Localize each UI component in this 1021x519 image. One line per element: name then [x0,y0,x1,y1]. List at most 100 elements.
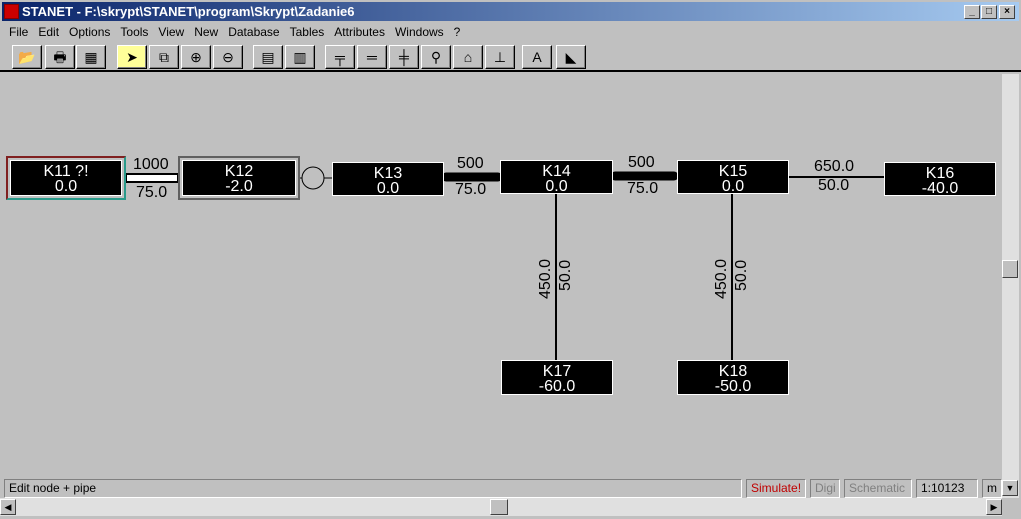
pipe-diameter: 75.0 [627,180,659,197]
menu-file[interactable]: File [4,23,33,41]
shape-button[interactable]: ◣ [556,45,586,69]
menu-database[interactable]: Database [223,23,284,41]
printer-button[interactable]: 🖶 [45,45,75,69]
menu-options[interactable]: Options [64,23,115,41]
node-name: K17 [542,363,572,380]
node-value: -40.0 [921,180,959,197]
pump-station-icon: ⊥ [493,49,507,65]
pipe-length: 450.0 [537,258,554,299]
menu-edit[interactable]: Edit [33,23,64,41]
node-value: -50.0 [714,378,752,395]
menu-tables[interactable]: Tables [285,23,330,41]
node-k17[interactable]: K17 -60.0 [501,360,613,395]
node-k14[interactable]: K14 0.0 [500,160,613,195]
pipe-valve-button[interactable]: ╤ [325,45,355,69]
pipes-layer [125,166,884,360]
node-k18[interactable]: K18 -50.0 [677,360,789,395]
node-value: 0.0 [54,178,78,195]
text-button[interactable]: A [522,45,552,69]
pipe-k11-k12[interactable] [125,173,179,183]
scroll-thumb[interactable] [1002,260,1018,278]
pipe-length: 650.0 [814,158,855,175]
pump-station-button[interactable]: ⊥ [485,45,515,69]
node-k15[interactable]: K15 0.0 [677,160,789,195]
scroll-down-button[interactable]: ▼ [1002,480,1018,496]
valve-icon: ╪ [399,49,409,65]
unit-readout: m [982,479,1002,498]
close-button[interactable]: × [999,5,1015,19]
node-name: K15 [718,163,748,180]
node-name: K14 [542,163,571,180]
pump-icon[interactable] [301,166,325,190]
open-folder-icon: 📂 [18,49,36,65]
select-arrow-button[interactable]: ➤ [117,45,147,69]
app-icon[interactable] [4,4,19,19]
minimize-button[interactable]: _ [964,5,980,19]
menu-help[interactable]: ? [449,23,466,41]
schematic-button[interactable]: ⧉ [149,45,179,69]
node-k12[interactable]: K12 -2.0 [182,160,296,196]
table-button[interactable]: ▤ [253,45,283,69]
select-arrow-icon: ➤ [126,49,138,65]
menu-attributes[interactable]: Attributes [329,23,390,41]
node-name: K18 [718,363,748,380]
node-value: -2.0 [225,178,253,195]
menu-tools[interactable]: Tools [115,23,153,41]
schematic-indicator[interactable]: Schematic [844,479,912,498]
scroll-left-button[interactable]: ◀ [0,499,16,515]
zoom-in-icon: ⊕ [190,49,202,65]
tap-icon: ⚲ [430,49,442,65]
pipe-diameter: 50.0 [557,259,574,291]
open-folder-button[interactable]: 📂 [12,45,42,69]
table-icon: ▤ [261,49,275,65]
node-k16[interactable]: K16 -40.0 [884,162,996,197]
form-icon: ▥ [293,49,307,65]
maximize-button[interactable]: □ [981,5,997,19]
node-value: 0.0 [545,178,568,195]
pipe-length: 1000 [133,156,169,173]
zoom-out-icon: ⊖ [222,49,234,65]
node-value: -60.0 [538,378,576,395]
menu-view[interactable]: View [153,23,189,41]
vertical-scrollbar[interactable]: ▼ [1002,74,1019,498]
pipe-diameter: 50.0 [818,177,850,194]
node-k13[interactable]: K13 0.0 [332,162,444,197]
valve-button[interactable]: ╪ [389,45,419,69]
menu-bar: File Edit Options Tools View New Databas… [4,23,465,41]
pipe-length: 500 [457,155,484,172]
scroll-thumb[interactable] [490,499,508,515]
tap-button[interactable]: ⚲ [421,45,451,69]
schematic-icon: ⧉ [159,49,169,65]
node-name: K11 ?! [43,163,89,180]
status-mode: Edit node + pipe [4,479,742,498]
pipe-diameter: 75.0 [455,181,487,198]
status-bar: Edit node + pipe Simulate! Digi Schemati… [2,479,1002,498]
shape-icon: ◣ [565,49,577,65]
menu-windows[interactable]: Windows [390,23,449,41]
node-name: K12 [224,163,254,180]
pipe-diameter: 50.0 [733,259,750,291]
text-icon: A [532,49,542,65]
scroll-right-button[interactable]: ▶ [986,499,1002,515]
node-value: 0.0 [376,180,400,197]
simulate-indicator[interactable]: Simulate! [746,479,806,498]
digi-indicator[interactable]: Digi [810,479,840,498]
pipe-button[interactable]: ═ [357,45,387,69]
house-button[interactable]: ⌂ [453,45,483,69]
window-title: STANET - F:\skrypt\STANET\program\Skrypt… [22,4,355,19]
horizontal-scrollbar[interactable]: ◀ ▶ [0,498,1002,516]
menu-new[interactable]: New [189,23,223,41]
node-k11[interactable]: K11 ?! 0.0 [10,160,122,196]
scale-readout: 1:10123 [916,479,978,498]
zoom-in-button[interactable]: ⊕ [181,45,211,69]
network-canvas[interactable]: K11 ?! 0.0 K12 -2.0 K13 0.0 K14 0.0 K15 0.0 K… [0,74,1002,477]
pipe-length: 500 [628,154,655,171]
node-name: K13 [373,165,403,182]
zoom-out-button[interactable]: ⊖ [213,45,243,69]
printer-icon: 🖶 [53,49,67,65]
pipe-length: 450.0 [713,258,730,299]
house-icon: ⌂ [463,49,473,65]
form-button[interactable]: ▥ [285,45,315,69]
calculator-button[interactable]: ▦ [76,45,106,69]
calculator-icon: ▦ [84,49,98,65]
